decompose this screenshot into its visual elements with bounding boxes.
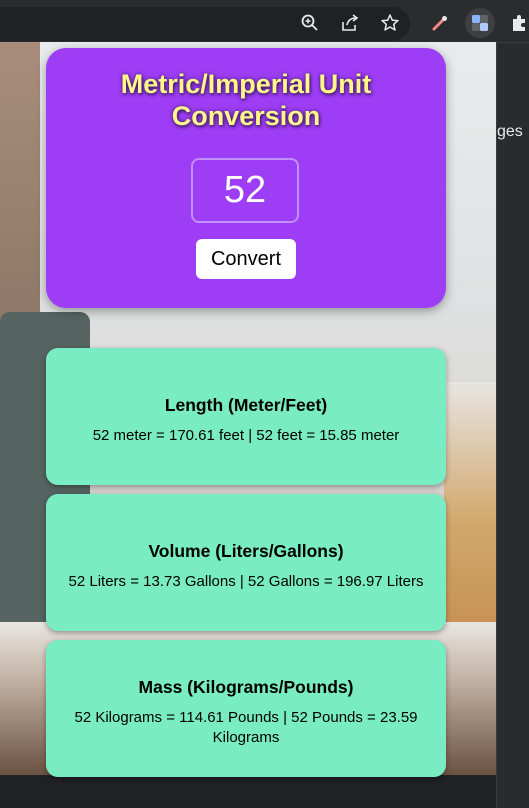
page-title: Metric/Imperial Unit Conversion [120, 69, 372, 131]
volume-result-title: Volume (Liters/Gallons) [148, 541, 344, 561]
length-result-text: 52 meter = 170.61 feet | 52 feet = 15.85… [92, 427, 400, 444]
zoom-icon[interactable] [297, 10, 323, 36]
number-input[interactable] [191, 158, 299, 223]
volume-result-text: 52 Liters = 13.73 Gallons | 52 Gallons =… [68, 573, 424, 590]
bookmark-star-icon[interactable] [377, 10, 403, 36]
length-result-title: Length (Meter/Feet) [164, 395, 328, 415]
converter-card: Metric/Imperial Unit Conversion Convert [46, 48, 446, 308]
translate-extension-icon[interactable] [465, 8, 495, 38]
share-icon[interactable] [337, 10, 363, 36]
mass-result-card: Mass (Kilograms/Pounds) 52 Kilograms = 1… [46, 640, 446, 777]
browser-toolbar [0, 0, 529, 42]
extensions-puzzle-icon[interactable] [506, 10, 529, 36]
background-shelf [444, 382, 496, 642]
side-panel-text: ges [497, 123, 523, 140]
mass-result-title: Mass (Kilograms/Pounds) [138, 677, 354, 697]
eyedropper-extension-icon[interactable] [427, 10, 453, 36]
volume-result-card: Volume (Liters/Gallons) 52 Liters = 13.7… [46, 494, 446, 631]
mass-result-text: 52 Kilograms = 114.61 Pounds | 52 Pounds… [74, 709, 418, 746]
browser-side-panel: ges [496, 42, 529, 808]
length-result-card: Length (Meter/Feet) 52 meter = 170.61 fe… [46, 348, 446, 485]
convert-button[interactable]: Convert [196, 239, 296, 279]
